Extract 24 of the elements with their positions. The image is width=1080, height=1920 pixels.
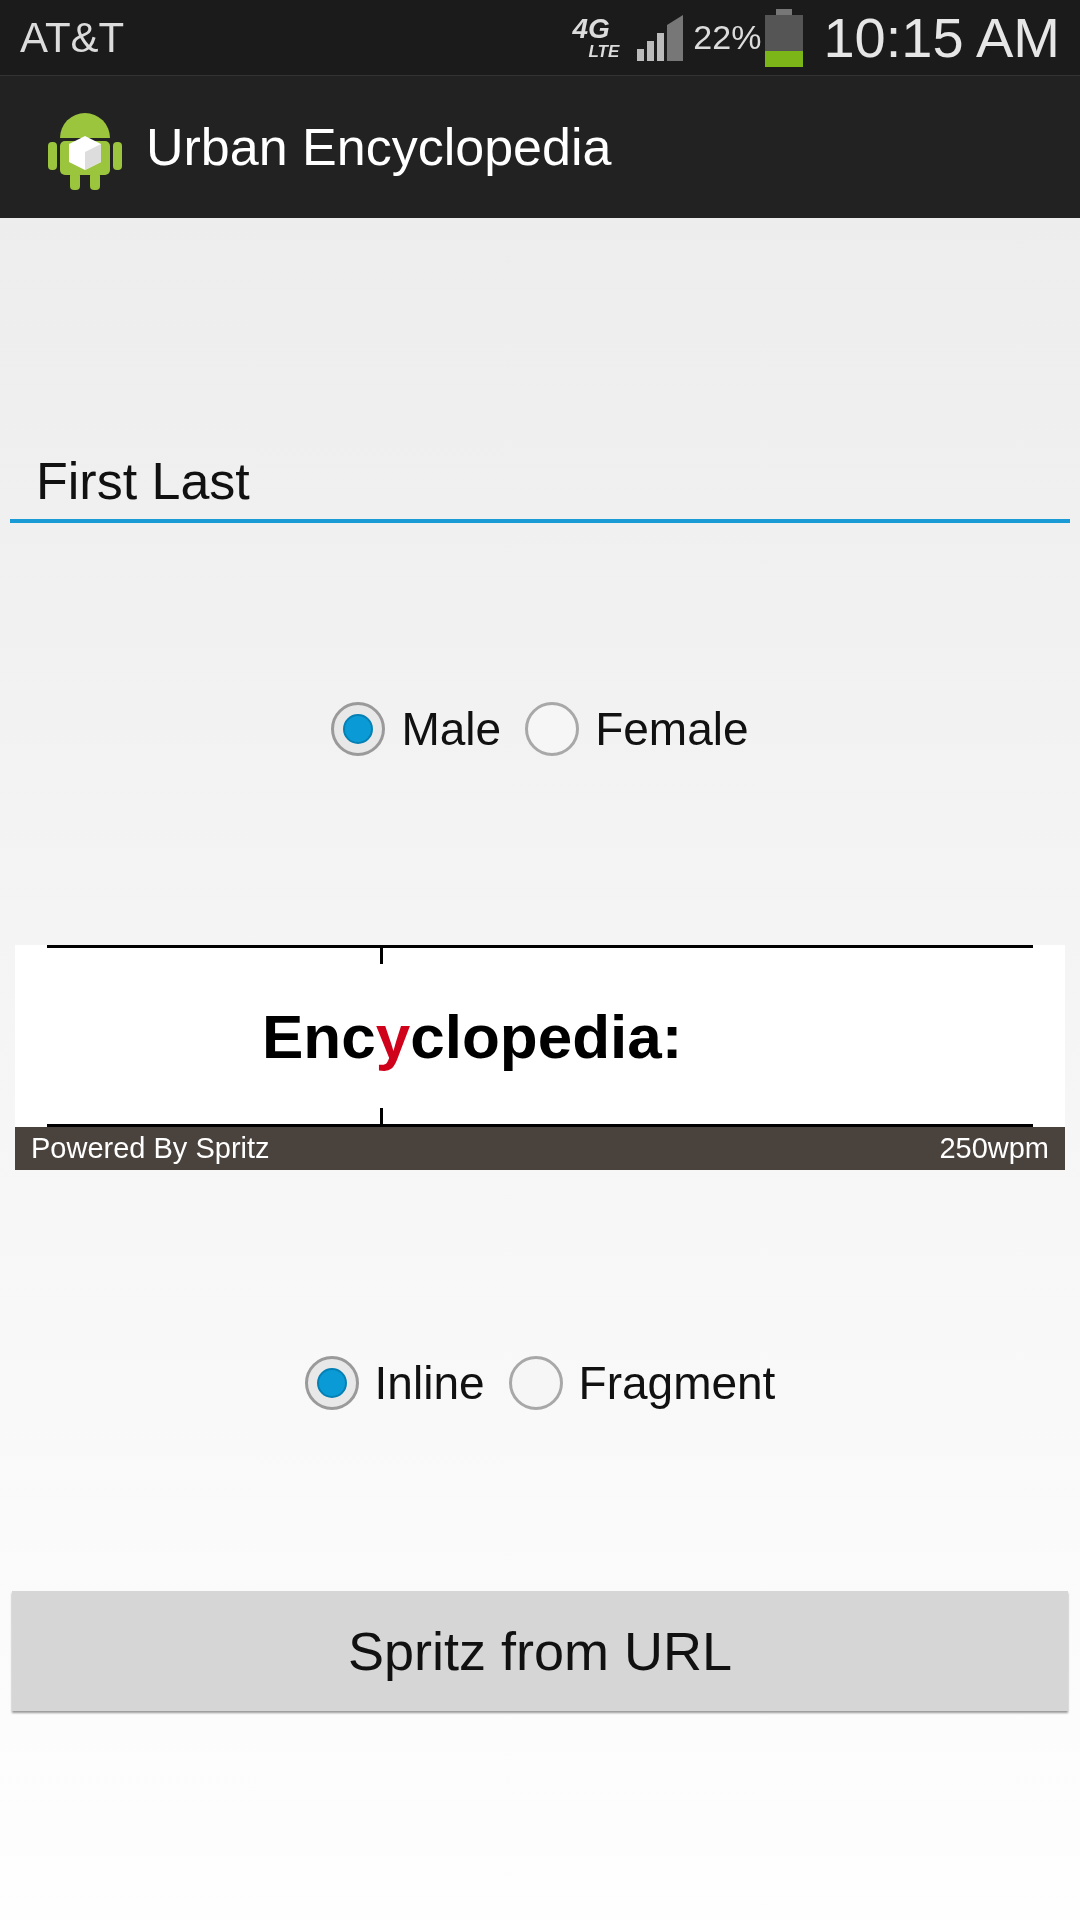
speed-label: 250wpm: [939, 1130, 1049, 1166]
spritz-word: Encyclopedia:: [262, 1000, 683, 1073]
radio-label: Male: [401, 701, 502, 757]
radio-button[interactable]: [331, 702, 386, 756]
radio-option[interactable]: Male: [331, 694, 502, 764]
radio-button[interactable]: [508, 1356, 563, 1410]
radio-label: Female: [595, 701, 749, 757]
radio-option[interactable]: Female: [525, 694, 749, 764]
radio-option[interactable]: Fragment: [508, 1348, 776, 1418]
signal-icon: [635, 14, 686, 61]
app-title: Urban Encyclopedia: [146, 117, 612, 178]
spritz-url-button[interactable]: Spritz from URL: [12, 1591, 1068, 1711]
radio-button[interactable]: [525, 702, 580, 756]
clock: 10:15 AM: [823, 4, 1060, 71]
radio-label: Inline: [374, 1355, 485, 1411]
battery-percent: 22%: [693, 17, 762, 58]
name-input-field[interactable]: First Last: [10, 431, 1070, 523]
battery-icon: [765, 8, 804, 67]
radio-label: Fragment: [578, 1355, 776, 1411]
network-label: 4G LTE: [572, 15, 620, 60]
radio-option[interactable]: Inline: [304, 1348, 485, 1418]
carrier-label: AT&T: [20, 13, 125, 63]
powered-by-label: Powered By Spritz: [31, 1130, 270, 1166]
radio-button[interactable]: [304, 1356, 359, 1410]
